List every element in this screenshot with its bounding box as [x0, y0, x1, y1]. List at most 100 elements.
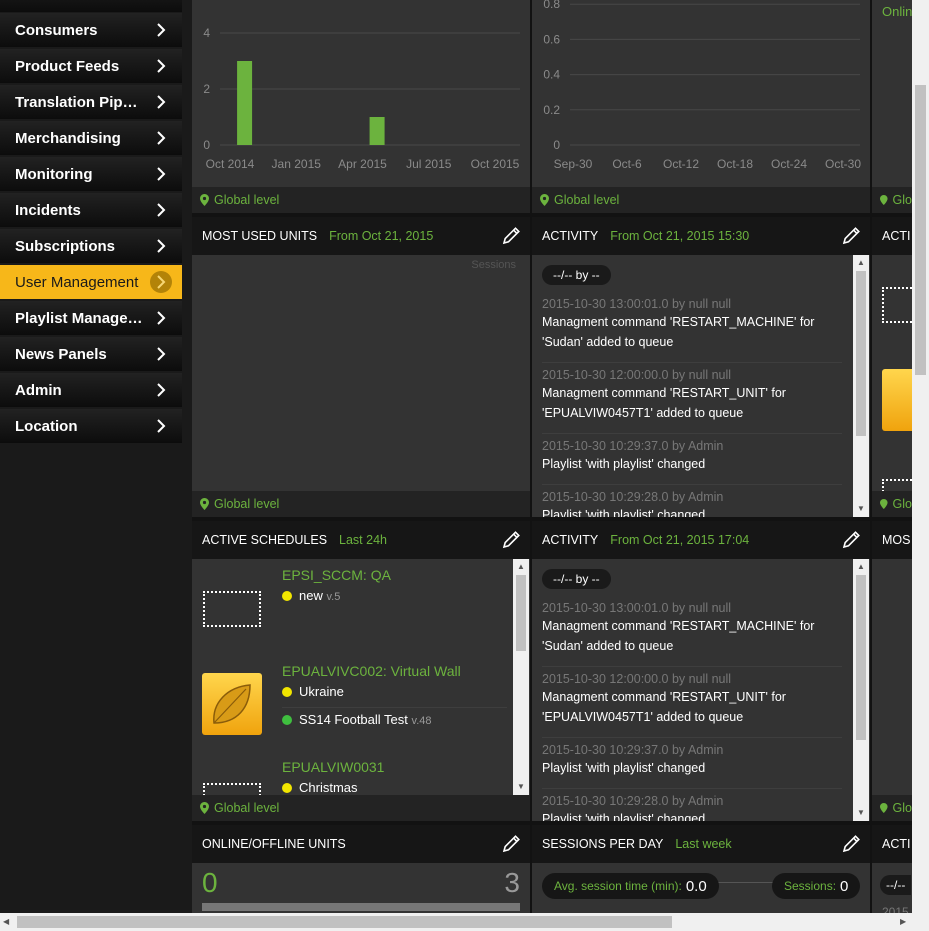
divider: [542, 737, 842, 738]
scroll-thumb[interactable]: [516, 575, 526, 651]
activity-scrollbar[interactable]: ▲ ▼: [853, 559, 869, 821]
panel-footer: Glo: [872, 795, 912, 821]
edit-pencil-icon[interactable]: [840, 833, 862, 855]
sidebar-item-label: Admin: [15, 381, 62, 399]
status-dot-icon: [282, 783, 292, 793]
activity-entry: 2015-10-30 12:00:00.0 by null null Managm…: [542, 368, 842, 423]
activity-panel-2: ACTIVITY From Oct 21, 2015 17:04 --/-- b…: [532, 521, 870, 821]
scroll-down-arrow-icon[interactable]: ▼: [516, 782, 526, 792]
sidebar-item-merchandising[interactable]: Merchandising: [0, 121, 182, 155]
edit-pencil-icon[interactable]: [500, 225, 522, 247]
location-pin-icon: [880, 802, 888, 814]
x-tick-label: Oct-30: [825, 157, 861, 171]
scroll-up-arrow-icon[interactable]: ▲: [516, 562, 526, 572]
scroll-up-arrow-icon[interactable]: ▲: [856, 258, 866, 268]
sidebar-item-label: Consumers: [15, 21, 98, 39]
bar-1[interactable]: [369, 117, 385, 145]
panel-header: ACTIVITY From Oct 21, 2015 17:04: [532, 521, 870, 559]
scroll-up-arrow-icon[interactable]: ▲: [856, 562, 866, 572]
scroll-thumb[interactable]: [17, 916, 672, 928]
schedule-playlist-row[interactable]: SS14 Football Test v.48: [282, 712, 432, 727]
sidebar-item-news-panels[interactable]: News Panels: [0, 337, 182, 371]
monthly-bar-chart: 0 2 4 Oct 2014 Jan 2015 Apr 2015 Jul 2015 Oct 2…: [203, 26, 520, 171]
panel-title: MOST USED UNITS: [202, 229, 318, 243]
edit-pencil-icon[interactable]: [840, 225, 862, 247]
activity-entry: 2015-10-30 10:29:37.0 by Admin Playlist '…: [542, 439, 842, 474]
leaf-thumbnail-icon: [202, 673, 262, 735]
sidebar-item-consumers[interactable]: Consumers: [0, 13, 182, 47]
schedule-playlist-row[interactable]: Christmas: [282, 780, 358, 795]
sidebar-item-subscriptions[interactable]: Subscriptions: [0, 229, 182, 263]
leaf-thumbnail-icon: [882, 369, 912, 431]
panel-footer: Glo: [872, 491, 912, 517]
schedule-unit-name[interactable]: EPSI_SCCM: QA: [282, 567, 391, 583]
footer-scope-label: Global level: [214, 497, 280, 511]
edit-pencil-icon[interactable]: [500, 833, 522, 855]
online-count: 0: [202, 867, 218, 898]
panel-header: SESSIONS PER DAY Last week: [532, 825, 870, 863]
scroll-thumb[interactable]: [915, 85, 926, 375]
chevron-right-icon: [157, 275, 166, 289]
panel-subtitle: From Oct 21, 2015 15:30: [610, 229, 750, 243]
avg-session-label: Avg. session time (min):: [554, 879, 682, 893]
schedule-unit-name[interactable]: EPUALVIVC002: Virtual Wall: [282, 663, 461, 679]
schedule-playlist-row[interactable]: new v.5: [282, 588, 340, 603]
filter-partial[interactable]: --/--: [880, 875, 912, 895]
page-horizontal-scrollbar[interactable]: ◀ ▶: [0, 913, 929, 931]
panel-footer: Global level: [192, 795, 530, 821]
bar-0[interactable]: [237, 61, 253, 145]
sidebar-item-translation-pipelines[interactable]: Translation Pipelines: [0, 85, 182, 119]
x-tick-label: Oct-6: [612, 157, 642, 171]
sidebar-item-product-feeds[interactable]: Product Feeds: [0, 49, 182, 83]
schedule-scrollbar[interactable]: ▲ ▼: [513, 559, 529, 795]
panel-footer: Global level: [532, 187, 870, 213]
user-filter-button[interactable]: --/-- by --: [542, 569, 611, 589]
playlist-version: v.48: [411, 715, 432, 727]
y-tick-label: 0.6: [543, 32, 560, 46]
sessions-value: 0: [840, 877, 849, 895]
panel-header: MOST USED UNITS From Oct 21, 2015: [192, 217, 530, 255]
sessions-count-pill: Sessions: 0: [772, 873, 861, 899]
edit-pencil-icon[interactable]: [500, 529, 522, 551]
panel-subtitle: From Oct 21, 2015: [329, 229, 434, 243]
y-tick-label: 4: [203, 26, 210, 40]
page-vertical-scrollbar[interactable]: [912, 0, 929, 913]
sidebar-item-monitoring[interactable]: Monitoring: [0, 157, 182, 191]
activity-meta: 2015-10-30 12:00:00.0 by null null: [542, 672, 732, 686]
playlist-name: Ukraine: [299, 684, 344, 699]
active-schedules-panel: ACTIVE SCHEDULES Last 24h EPSI_SCCM: QA n…: [192, 521, 530, 821]
sidebar-item-incidents[interactable]: Incidents: [0, 193, 182, 227]
user-filter-button[interactable]: --/-- by --: [542, 265, 611, 285]
meta-partial: 2015: [882, 905, 909, 913]
scroll-down-arrow-icon[interactable]: ▼: [856, 504, 866, 514]
scroll-right-arrow-icon[interactable]: ▶: [900, 917, 906, 926]
activity-message: Managment command 'RESTART_MACHINE' for …: [542, 315, 815, 349]
activity-partial-panel-bottom: ACTI --/-- 2015: [872, 825, 912, 913]
panel-title: MOS: [882, 533, 911, 547]
scroll-thumb[interactable]: [856, 575, 866, 740]
activity-scrollbar[interactable]: ▲ ▼: [853, 255, 869, 517]
activity-message: Playlist 'with playlist' changed: [542, 457, 706, 471]
avg-session-time-pill: Avg. session time (min): 0.0: [542, 873, 719, 899]
sidebar-item-admin[interactable]: Admin: [0, 373, 182, 407]
scroll-left-arrow-icon[interactable]: ◀: [3, 917, 9, 926]
sidebar-item-partial[interactable]: [0, 0, 182, 12]
chevron-right-icon: [157, 203, 166, 217]
sessions-label: Sessions:: [784, 879, 837, 893]
panel-header: ACTIVITY From Oct 21, 2015 15:30: [532, 217, 870, 255]
edit-pencil-icon[interactable]: [840, 529, 862, 551]
scroll-thumb[interactable]: [856, 271, 866, 436]
sidebar-item-playlist-management[interactable]: Playlist Management: [0, 301, 182, 335]
footer-scope-label: Global level: [214, 801, 280, 815]
activity-list: --/-- by -- 2015-10-30 13:00:01.0 by null…: [532, 559, 854, 821]
chevron-right-icon: [157, 95, 166, 109]
schedule-playlist-row[interactable]: Ukraine: [282, 684, 344, 699]
schedule-unit-name[interactable]: EPUALVIW0031: [282, 759, 384, 775]
sessions-per-day-panel: SESSIONS PER DAY Last week Avg. session …: [532, 825, 870, 913]
x-tick-label: Oct-18: [717, 157, 753, 171]
sidebar-item-location[interactable]: Location: [0, 409, 182, 443]
leaf-glyph-icon: [213, 684, 251, 724]
x-tick-label: Oct 2014: [206, 157, 255, 171]
sidebar-item-user-management[interactable]: User Management: [0, 265, 182, 299]
scroll-down-arrow-icon[interactable]: ▼: [856, 808, 866, 818]
